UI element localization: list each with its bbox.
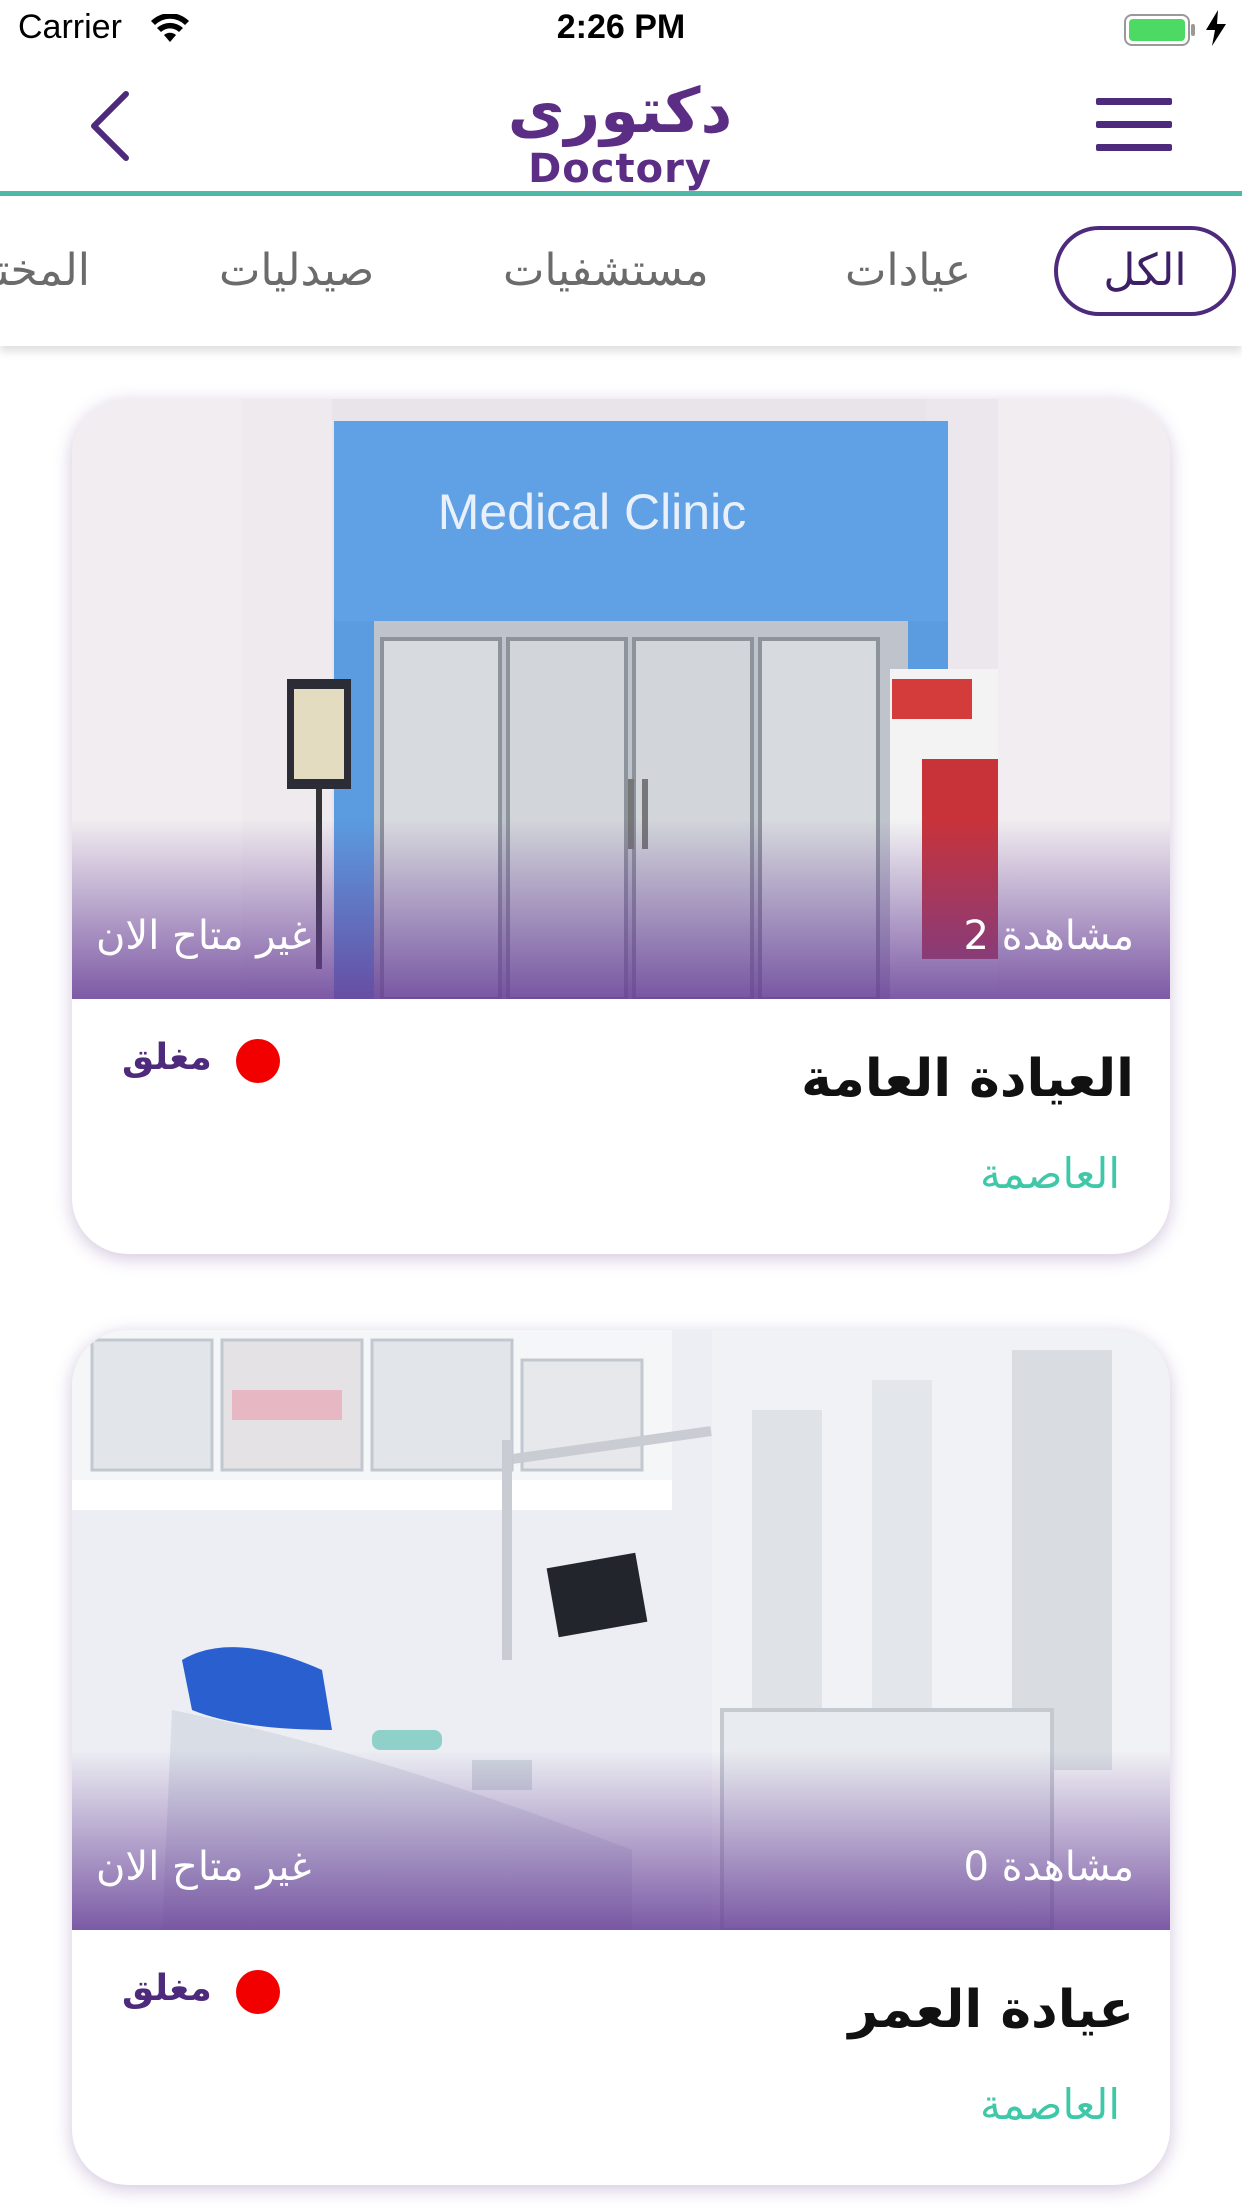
- facility-location: العاصمة: [980, 2080, 1120, 2129]
- logo-english: Doctory: [528, 146, 712, 192]
- clinic-photo: Medical Clinic 2 مشاهدة غير متاح الان: [72, 399, 1170, 999]
- views-count: 0 مشاهدة: [963, 1844, 1134, 1890]
- image-gradient-overlay: [72, 1750, 1170, 1930]
- status-bar: Carrier 2:26 PM: [0, 0, 1242, 60]
- tab-labs[interactable]: المختبرات: [0, 226, 90, 316]
- status-dot-icon: [236, 1970, 280, 2014]
- status-dot-icon: [236, 1039, 280, 1083]
- tab-clinics[interactable]: عيادات: [845, 226, 971, 316]
- logo-arabic: دكتورى: [507, 74, 733, 147]
- clinic-photo: 0 مشاهدة غير متاح الان: [72, 1330, 1170, 1930]
- status-text: مغلق: [122, 1968, 212, 2009]
- tab-pharmacies[interactable]: صيدليات: [219, 226, 374, 316]
- facility-card[interactable]: 0 مشاهدة غير متاح الان مغلق عيادة العمر …: [72, 1330, 1170, 2185]
- hamburger-menu-icon[interactable]: [1096, 98, 1172, 158]
- charging-icon: [1206, 10, 1226, 46]
- facility-card[interactable]: Medical Clinic 2 مشاهدة غير متاح الان مغ…: [72, 399, 1170, 1254]
- facility-title: العيادة العامة: [801, 1049, 1134, 1109]
- image-gradient-overlay: [72, 819, 1170, 999]
- tab-all[interactable]: الكل: [1054, 226, 1236, 316]
- clinic-sign-text: Medical Clinic: [438, 484, 746, 540]
- views-count: 2 مشاهدة: [963, 913, 1134, 959]
- app-logo: دكتورى Doctory: [500, 74, 740, 193]
- chevron-left-icon[interactable]: [84, 88, 134, 164]
- availability-label: غير متاح الان: [96, 1844, 312, 1890]
- facility-title: عيادة العمر: [848, 1980, 1134, 2040]
- app-header: دكتورى Doctory: [0, 60, 1242, 196]
- battery-icon: [1124, 14, 1195, 46]
- clock: 2:26 PM: [556, 8, 686, 46]
- tab-hospitals[interactable]: مستشفيات: [503, 226, 709, 316]
- status-text: مغلق: [122, 1037, 212, 1078]
- category-tabs: الكل عيادات مستشفيات صيدليات المختبرات: [0, 196, 1242, 346]
- facility-location: العاصمة: [980, 1149, 1120, 1198]
- availability-label: غير متاح الان: [96, 913, 312, 959]
